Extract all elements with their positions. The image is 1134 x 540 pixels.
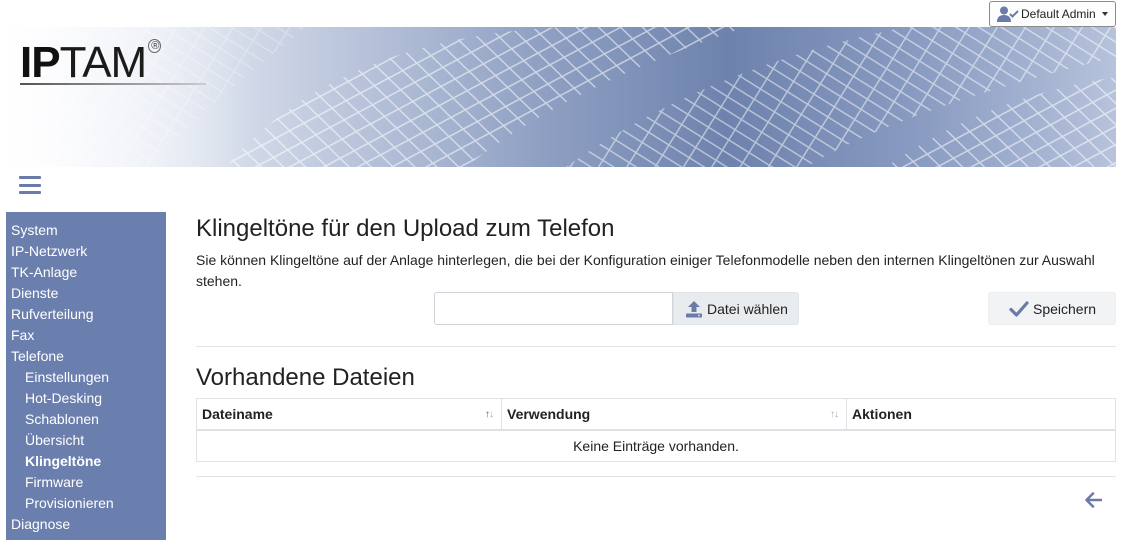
table-header-row: Dateiname ↑↓ Verwendung ↑↓ Aktionen: [197, 399, 1115, 431]
sidebar-item-schablonen[interactable]: Schablonen: [6, 409, 166, 430]
files-table: Dateiname ↑↓ Verwendung ↑↓ Aktionen Kein…: [196, 398, 1116, 462]
sidebar-item-provisionieren[interactable]: Provisionieren: [6, 493, 166, 514]
sidebar-item-system[interactable]: System: [6, 220, 166, 241]
divider: [196, 346, 1116, 347]
save-button[interactable]: Speichern: [988, 292, 1116, 325]
sidebar-item-klingeltöne[interactable]: Klingeltöne: [6, 451, 166, 472]
save-label: Speichern: [1033, 300, 1097, 317]
page-title: Klingeltöne für den Upload zum Telefon: [196, 215, 615, 242]
page-description: Sie können Klingeltöne auf der Anlage hi…: [196, 252, 1095, 289]
sidebar-item-übersicht[interactable]: Übersicht: [6, 430, 166, 451]
back-arrow-icon[interactable]: [1084, 491, 1102, 509]
column-header-verwendung[interactable]: Verwendung ↑↓: [502, 399, 847, 429]
table-empty-row: Keine Einträge vorhanden.: [573, 438, 739, 454]
sort-icon: ↑↓: [830, 409, 839, 420]
user-menu-button[interactable]: Default Admin: [989, 1, 1116, 27]
sidebar-item-firmware[interactable]: Firmware: [6, 472, 166, 493]
column-header-aktionen: Aktionen: [852, 406, 912, 422]
sidebar-item-tk-anlage[interactable]: TK-Anlage: [6, 262, 166, 283]
choose-file-label: Datei wählen: [707, 300, 788, 317]
files-section-title: Vorhandene Dateien: [196, 364, 415, 391]
menu-toggle-icon[interactable]: [19, 176, 41, 194]
sidebar-item-fax[interactable]: Fax: [6, 325, 166, 346]
sidebar-nav: System IP-Netzwerk TK-Anlage Dienste Rufvert…: [6, 212, 166, 540]
upload-icon: [686, 300, 702, 317]
sidebar-item-hilfe-im-web[interactable]: Hilfe im Web: [6, 535, 166, 540]
sidebar-item-dienste[interactable]: Dienste: [6, 283, 166, 304]
divider: [196, 476, 1116, 477]
user-check-icon: [997, 6, 1019, 22]
chevron-down-icon: [1101, 12, 1108, 16]
sidebar-item-diagnose[interactable]: Diagnose: [6, 514, 166, 535]
iptam-logo: IPTAM ®: [20, 39, 162, 85]
column-header-dateiname[interactable]: Dateiname ↑↓: [197, 399, 502, 429]
user-menu-label: Default Admin: [1021, 7, 1096, 21]
sidebar-item-einstellungen[interactable]: Einstellungen: [6, 367, 166, 388]
check-icon: [1009, 300, 1029, 317]
banner-grid-graphic: [6, 27, 1116, 167]
sidebar-item-hot-desking[interactable]: Hot-Desking: [6, 388, 166, 409]
sidebar-item-ip-netzwerk[interactable]: IP-Netzwerk: [6, 241, 166, 262]
sidebar-item-rufverteilung[interactable]: Rufverteilung: [6, 304, 166, 325]
file-path-input[interactable]: [434, 292, 673, 325]
logo-underline: [20, 83, 206, 85]
header-banner: IPTAM ®: [6, 27, 1116, 167]
sort-icon: ↑↓: [485, 409, 494, 420]
choose-file-button[interactable]: Datei wählen: [673, 292, 799, 325]
sidebar-item-telefone[interactable]: Telefone: [6, 346, 166, 367]
